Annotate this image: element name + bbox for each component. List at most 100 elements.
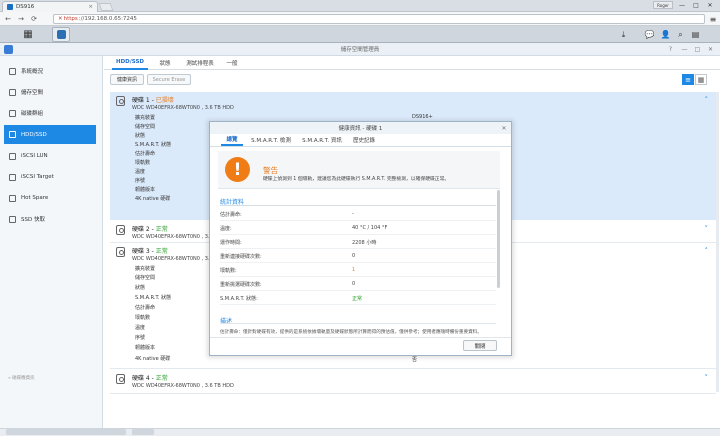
sidebar-item-hdd-ssd[interactable]: HDD/SSD bbox=[4, 125, 96, 144]
stat-value: 0 bbox=[352, 281, 356, 287]
sidebar-item-disk-group[interactable]: 磁碟群組 bbox=[4, 104, 96, 122]
dialog-tab-overview[interactable]: 總覽 bbox=[221, 134, 243, 146]
stat-row: 運作時間: 2208 小時 bbox=[220, 236, 496, 249]
disk-3-prop: 4K native 硬碟 bbox=[135, 356, 171, 362]
tab-general[interactable]: 一般 bbox=[222, 56, 242, 70]
close-icon[interactable]: ✕ bbox=[706, 45, 715, 54]
collapse-chevron-icon[interactable]: ˄ bbox=[705, 96, 709, 104]
download-icon[interactable]: ⤓ bbox=[618, 29, 629, 40]
widgets-icon[interactable]: ▤ bbox=[690, 29, 701, 40]
disk-3-prop: 狀態 bbox=[135, 285, 146, 291]
browser-menu-icon[interactable]: ≡ bbox=[708, 14, 718, 24]
url-input[interactable]: ✕ https ://192.168.0.65:7245 bbox=[53, 14, 705, 24]
disk-3-prop: 壞軌數 bbox=[135, 315, 151, 321]
storage-manager-icon bbox=[56, 30, 66, 39]
reload-icon[interactable]: ⟳ bbox=[29, 14, 39, 24]
dialog-tab-smart-info[interactable]: S.M.A.R.T. 資訊 bbox=[300, 134, 344, 146]
tab-status[interactable]: 狀態 bbox=[153, 56, 177, 70]
stat-value: 2208 小時 bbox=[352, 239, 377, 246]
browser-tab-title: DS916 bbox=[16, 4, 35, 10]
expand-chevron-icon[interactable]: ˅ bbox=[705, 374, 709, 382]
search-icon[interactable]: ⌕ bbox=[675, 29, 686, 40]
sidebar-item-ssd-cache[interactable]: SSD 快取 bbox=[4, 210, 96, 228]
favicon-icon bbox=[7, 4, 13, 10]
grid-view-button[interactable]: ▦ bbox=[695, 74, 707, 85]
expand-chevron-icon[interactable]: ˅ bbox=[705, 225, 709, 233]
user-icon[interactable]: 👤 bbox=[660, 29, 671, 40]
disk-3-prop: 擴充裝置 bbox=[135, 266, 156, 272]
stat-row: 估計壽命: - bbox=[220, 208, 496, 221]
close-button[interactable]: 關閉 bbox=[463, 340, 497, 351]
sidebar-item-label: 系統概況 bbox=[21, 69, 44, 75]
disk-4-model: WDC WD40EFRX-68WT0N0 , 3.6 TB HDD bbox=[132, 383, 234, 389]
stat-label: 壞軌數: bbox=[220, 267, 237, 274]
dialog-close-icon[interactable]: ✕ bbox=[500, 124, 508, 132]
stat-row: S.M.A.R.T. 狀態: 正常 bbox=[220, 292, 496, 305]
forward-icon[interactable]: → bbox=[16, 14, 26, 24]
disk-2-status: 正常 bbox=[155, 226, 168, 233]
new-tab-button[interactable] bbox=[98, 3, 114, 11]
secure-erase-button[interactable]: Secure Erase bbox=[147, 74, 191, 85]
dialog-tab-smart-test[interactable]: S.M.A.R.T. 檢測 bbox=[250, 134, 292, 146]
stat-row: 重新連接硬碟次數: 0 bbox=[220, 250, 496, 263]
stat-row: 壞軌數: 1 bbox=[220, 264, 496, 277]
maximize-icon[interactable]: □ bbox=[693, 45, 702, 54]
stat-label: S.M.A.R.T. 狀態: bbox=[220, 295, 258, 302]
health-info-button[interactable]: 健康資訊 bbox=[110, 74, 144, 85]
disk-1-prop: S.M.A.R.T. 狀態 bbox=[135, 142, 172, 148]
chat-icon[interactable]: 💬 bbox=[644, 29, 655, 40]
collapse-chevron-icon[interactable]: ˄ bbox=[705, 247, 709, 255]
disk-1-prop: 韌體版本 bbox=[135, 187, 156, 193]
scroll-thumb[interactable] bbox=[132, 429, 154, 435]
insecure-icon: ✕ bbox=[58, 16, 63, 22]
scroll-thumb[interactable] bbox=[6, 429, 126, 435]
dsm-taskbar bbox=[0, 26, 720, 43]
stat-label: 重新連接硬碟次數: bbox=[220, 253, 262, 260]
browser-tab[interactable]: DS916 × bbox=[2, 1, 98, 12]
stat-row: 重新挑選硬碟次數: 0 bbox=[220, 278, 496, 291]
sidebar-item-iscsi-target[interactable]: iSCSI Target bbox=[4, 168, 96, 186]
disk-1-prop: 狀態 bbox=[135, 133, 146, 139]
stat-label: 運作時間: bbox=[220, 239, 242, 246]
sidebar-item-iscsi-lun[interactable]: iSCSI LUN bbox=[4, 147, 96, 165]
browser-user-button[interactable]: Roger bbox=[653, 1, 673, 9]
divider bbox=[220, 205, 496, 206]
disk-3-prop: S.M.A.R.T. 狀態 bbox=[135, 295, 172, 301]
dialog-title: 健康資訊 - 硬碟 1 bbox=[210, 122, 511, 134]
disk-3-prop: 儲存空間 bbox=[135, 275, 156, 281]
window-close-button[interactable]: ✕ bbox=[704, 1, 716, 9]
disk-1-prop: 儲存空間 bbox=[135, 124, 156, 130]
window-minimize-button[interactable]: — bbox=[676, 1, 688, 9]
sidebar-item-volume[interactable]: 儲存空間 bbox=[4, 83, 96, 101]
sidebar-item-label: SSD 快取 bbox=[21, 217, 45, 223]
help-icon[interactable]: ? bbox=[666, 45, 675, 54]
disk-4-header[interactable]: 硬碟 4 - 正常 WDC WD40EFRX-68WT0N0 , 3.6 TB … bbox=[110, 370, 716, 394]
overview-icon bbox=[9, 67, 16, 75]
sidebar-footer-link[interactable]: « 磁碟機資訊 bbox=[8, 375, 35, 381]
iscsi-lun-icon bbox=[9, 152, 16, 160]
storage-manager-taskbar-button[interactable] bbox=[52, 27, 70, 42]
list-view-button[interactable]: ≡ bbox=[682, 74, 694, 85]
stat-label: 重新挑選硬碟次數: bbox=[220, 281, 262, 288]
tab-hdd-ssd[interactable]: HDD/SSD bbox=[112, 56, 148, 70]
disk-3-status: 正常 bbox=[155, 248, 168, 255]
iscsi-target-icon bbox=[9, 173, 16, 181]
tab-close-icon[interactable]: × bbox=[88, 4, 93, 10]
warning-message: 硬碟上偵測到 1 個壞軌，建議您為此硬碟執行 S.M.A.R.T. 完整檢測，以… bbox=[263, 177, 450, 182]
dialog-scrollbar[interactable] bbox=[497, 190, 500, 288]
window-maximize-button[interactable]: □ bbox=[690, 1, 702, 9]
minimize-icon[interactable]: — bbox=[680, 45, 689, 54]
main-scrollbar[interactable] bbox=[716, 92, 719, 392]
hot-spare-icon bbox=[9, 194, 16, 202]
tab-test-schedule[interactable]: 測試排程表 bbox=[182, 56, 218, 70]
sidebar-item-hot-spare[interactable]: Hot Spare bbox=[4, 189, 96, 207]
disk-1-prop: 溫度 bbox=[135, 169, 146, 175]
stat-value: - bbox=[352, 211, 354, 217]
dialog-tab-history[interactable]: 歷史記錄 bbox=[350, 134, 378, 146]
sidebar-item-overview[interactable]: 系統概況 bbox=[4, 62, 96, 80]
back-icon[interactable]: ← bbox=[3, 14, 13, 24]
disk-1-status: 已損壞 bbox=[155, 97, 174, 104]
main-menu-icon[interactable]: ▦ bbox=[20, 28, 36, 41]
disk-1-header[interactable]: 硬碟 1 - 已損壞 WDC WD40EFRX-68WT0N0 , 3.6 TB… bbox=[110, 92, 716, 112]
stat-row: 溫度: 40 °C / 104 °F bbox=[220, 222, 496, 235]
